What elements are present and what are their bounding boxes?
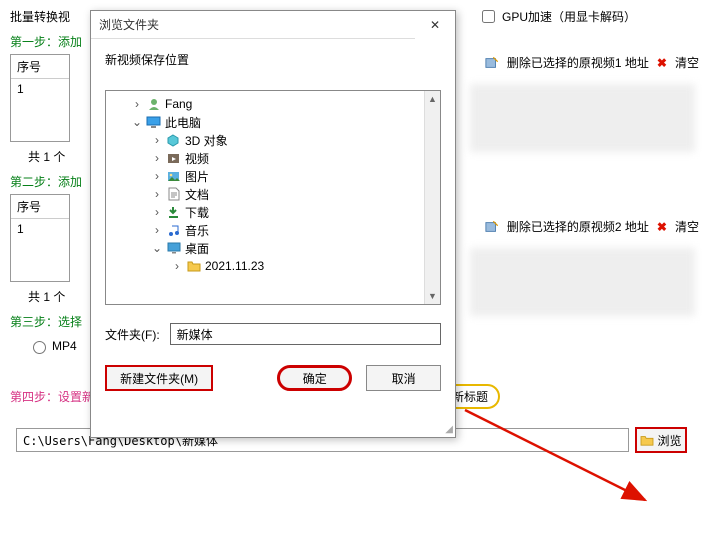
resize-grip-icon[interactable]: ◢ xyxy=(445,424,453,435)
tree-node-pic[interactable]: 图片 xyxy=(185,168,209,185)
tree-node-date[interactable]: 2021.11.23 xyxy=(205,259,264,273)
browse-button[interactable]: 浏览 xyxy=(635,427,687,453)
delete-video1-link[interactable]: 删除已选择的原视频1 地址 xyxy=(507,54,649,71)
close-button[interactable]: ✕ xyxy=(415,11,455,39)
user-icon xyxy=(146,97,161,112)
gpu-label: GPU加速（用显卡解码） xyxy=(502,8,636,25)
pc-icon xyxy=(146,115,161,130)
new-folder-button[interactable]: 新建文件夹(M) xyxy=(105,365,213,391)
download-icon xyxy=(166,205,181,220)
list1-row1[interactable]: 1 xyxy=(11,79,69,99)
batch-label: 批量转换视 xyxy=(10,10,70,24)
scroll-down-icon[interactable]: ▼ xyxy=(425,288,440,304)
delete-icon xyxy=(485,220,499,234)
tree-node-video[interactable]: 视频 xyxy=(185,150,209,167)
clear-icon: ✖ xyxy=(657,220,667,234)
list2-row1[interactable]: 1 xyxy=(11,219,69,239)
expand-icon[interactable]: › xyxy=(152,151,162,165)
ok-button[interactable]: 确定 xyxy=(277,365,352,391)
tree-node-desktop[interactable]: 桌面 xyxy=(185,240,209,257)
dialog-subtitle: 新视频保存位置 xyxy=(105,51,441,68)
clear-icon: ✖ xyxy=(657,56,667,70)
dialog-title: 浏览文件夹 xyxy=(99,16,159,33)
delete-icon xyxy=(485,56,499,70)
tree-node-pc[interactable]: 此电脑 xyxy=(165,114,201,131)
gpu-checkbox[interactable] xyxy=(482,10,495,23)
expand-icon[interactable]: › xyxy=(152,187,162,201)
cube-icon xyxy=(166,133,181,148)
folder-name-input[interactable] xyxy=(170,323,441,345)
collapse-icon[interactable]: ⌄ xyxy=(152,241,162,255)
expand-icon[interactable]: › xyxy=(152,223,162,237)
clear1-link[interactable]: 清空 xyxy=(675,54,699,71)
scroll-up-icon[interactable]: ▲ xyxy=(425,91,440,107)
desktop-icon xyxy=(166,241,181,256)
tree-node-doc[interactable]: 文档 xyxy=(185,186,209,203)
format-mp4-label: MP4 xyxy=(52,339,77,353)
expand-icon[interactable]: › xyxy=(172,259,182,273)
folder-field-label: 文件夹(F): xyxy=(105,326,160,343)
folder-tree[interactable]: › Fang ⌄ 此电脑 › 3D 对象 › 视频 › 图片 › 文档 › 下载 › 音乐 ⌄ 桌… xyxy=(105,90,441,305)
expand-icon[interactable]: › xyxy=(152,169,162,183)
tree-node-music[interactable]: 音乐 xyxy=(185,222,209,239)
tree-node-3d[interactable]: 3D 对象 xyxy=(185,132,228,149)
cancel-button[interactable]: 取消 xyxy=(366,365,441,391)
format-mp4-radio[interactable] xyxy=(33,341,46,354)
picture-icon xyxy=(166,169,181,184)
browse-folder-dialog: 浏览文件夹 ✕ 新视频保存位置 › Fang ⌄ 此电脑 › 3D 对象 › 视频 › 图… xyxy=(90,10,456,438)
expand-icon[interactable]: › xyxy=(152,205,162,219)
collapse-icon[interactable]: ⌄ xyxy=(132,115,142,129)
annotation-arrow xyxy=(455,400,655,510)
close-icon: ✕ xyxy=(430,18,440,32)
clear2-link[interactable]: 清空 xyxy=(675,218,699,235)
music-icon xyxy=(166,223,181,238)
folder-icon xyxy=(186,259,201,274)
delete-video2-link[interactable]: 删除已选择的原视频2 地址 xyxy=(507,218,649,235)
browse-label: 浏览 xyxy=(657,432,681,449)
expand-icon[interactable]: › xyxy=(152,133,162,147)
expand-icon[interactable]: › xyxy=(132,97,142,111)
video-icon xyxy=(166,151,181,166)
col-seq: 序号 xyxy=(17,58,41,75)
tree-node-dl[interactable]: 下载 xyxy=(185,204,209,221)
tree-scrollbar[interactable]: ▲ ▼ xyxy=(424,91,440,304)
col-seq-2: 序号 xyxy=(17,198,41,215)
folder-icon xyxy=(640,434,654,446)
document-icon xyxy=(166,187,181,202)
tree-node-fang[interactable]: Fang xyxy=(165,97,192,111)
